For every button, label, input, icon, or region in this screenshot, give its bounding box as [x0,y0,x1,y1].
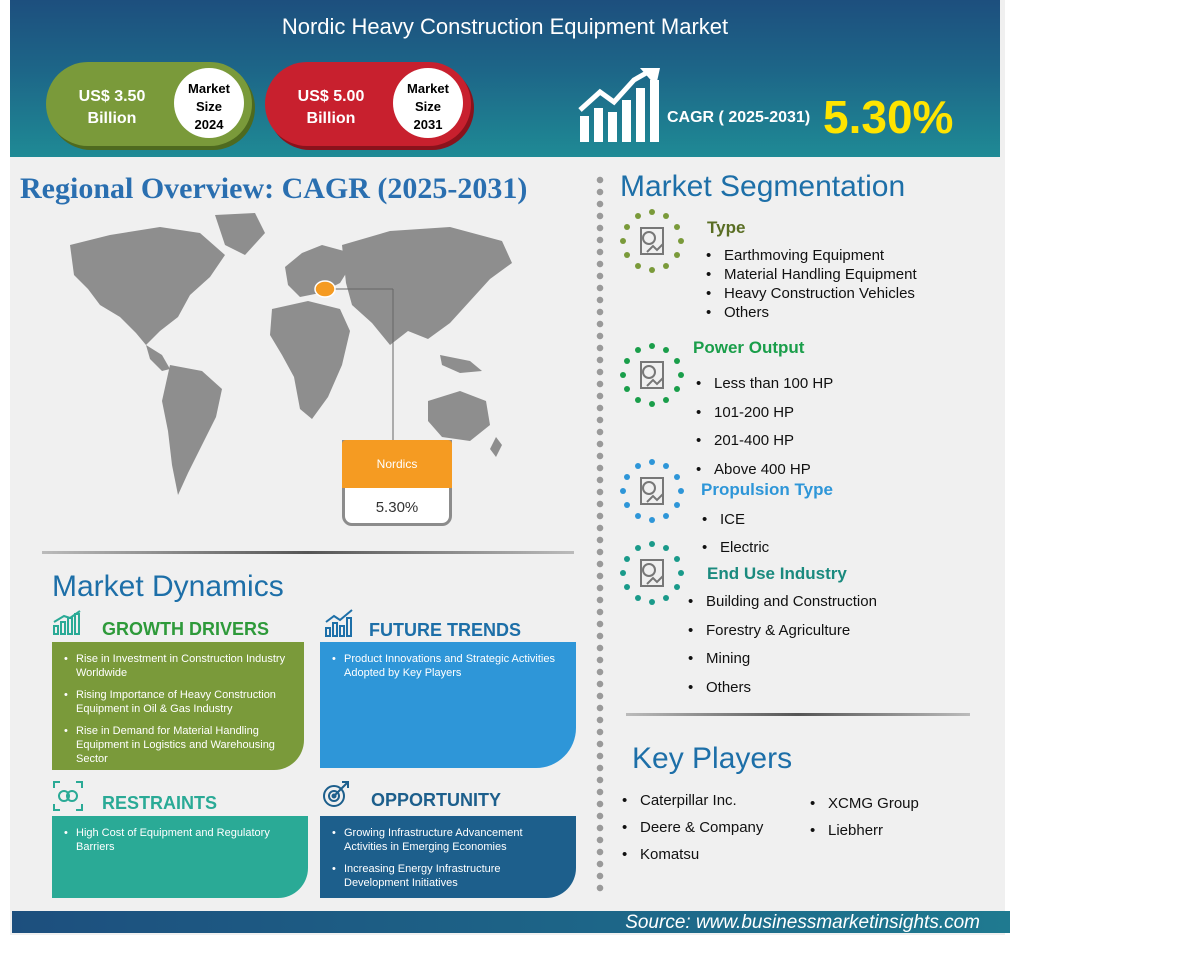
list-item: Mining [686,645,877,674]
list-item: Electric [700,534,769,562]
growth-drivers-icon [53,610,81,635]
opportunity-card: Growing Infrastructure Advancement Activ… [320,816,576,898]
future-trends-icon [325,609,353,637]
future-trends-heading: FUTURE TRENDS [369,620,521,640]
market-size-2024-pill: US$ 3.50 Billion Market Size 2024 [46,62,252,146]
restraints-heading: RESTRAINTS [102,793,218,813]
badge-label-year: 2031 [413,117,443,132]
list-item: ICE [700,506,769,534]
list-item: 201-400 HP [694,427,833,456]
header-banner: Nordic Heavy Construction Equipment Mark… [10,0,1000,157]
list-item: Product Innovations and Strategic Activi… [330,652,562,680]
list-item: Increasing Energy Infrastructure Develop… [330,862,562,890]
section-divider [626,713,970,716]
propulsion-list: ICE Electric [700,506,769,562]
propulsion-segment-icon [620,459,684,523]
restraints-icon [53,781,83,811]
list-item: Forestry & Agriculture [686,617,877,646]
opportunity-heading: OPPORTUNITY [371,790,502,810]
cagr-value: 5.30% [823,91,954,143]
growth-drivers-card: Rise in Investment in Construction Indus… [52,642,304,770]
future-trends-card: Product Innovations and Strategic Activi… [320,642,576,768]
section-divider [42,551,574,554]
vertical-dotted-separator [596,174,604,894]
power-output-segment-icon [620,343,684,407]
restraints-card: High Cost of Equipment and Regulatory Ba… [52,816,308,898]
nordics-callout-value: 5.30% [375,499,419,516]
nordics-callout: Nordics 5.30% [342,440,452,526]
list-item: Heavy Construction Vehicles [704,284,917,303]
type-segment-icon [620,209,684,273]
growth-chart-icon [578,68,660,142]
list-item: Komatsu [620,846,763,873]
badge-label-line1: Market [188,81,230,96]
badge-label-line2: Size [195,99,222,114]
market-size-2031-amount: US$ 5.00 [297,88,365,105]
market-dynamics-title: Market Dynamics [52,570,284,603]
list-item: Others [686,674,877,703]
list-item: Liebherr [808,822,919,849]
list-item: Others [704,303,917,322]
list-item: Rise in Investment in Construction Indus… [62,652,290,680]
list-item: High Cost of Equipment and Regulatory Ba… [62,826,294,854]
list-item: Deere & Company [620,819,763,846]
nordics-callout-label: Nordics [342,440,452,488]
type-heading: Type [707,218,746,237]
market-size-2024-unit: Billion [87,110,137,127]
list-item: Material Handling Equipment [704,265,917,284]
end-use-heading: End Use Industry [707,564,847,583]
market-size-2024-amount: US$ 3.50 [78,88,146,105]
key-players-list-col1: Caterpillar Inc. Deere & Company Komatsu [620,792,763,873]
power-output-list: Less than 100 HP 101-200 HP 201-400 HP A… [694,370,833,485]
market-size-2024-badge: Market Size 2024 [174,68,244,138]
list-item: Growing Infrastructure Advancement Activ… [330,826,562,854]
list-item: XCMG Group [808,795,919,822]
list-item: Building and Construction [686,588,877,617]
opportunity-icon [323,781,349,807]
market-size-2031-badge: Market Size 2031 [393,68,463,138]
page-title: Nordic Heavy Construction Equipment Mark… [281,14,729,39]
key-players-title: Key Players [632,742,793,775]
list-item: Rising Importance of Heavy Construction … [62,688,290,716]
regional-overview-title: Regional Overview: CAGR (2025-2031) [20,172,528,205]
nordics-marker [314,280,336,298]
badge-label-line1: Market [407,81,449,96]
market-size-2031-unit: Billion [306,110,356,127]
cagr-label: CAGR ( 2025-2031) [667,109,811,126]
badge-label-line2: Size [414,99,441,114]
list-item: Rise in Demand for Material Handling Equ… [62,724,290,766]
key-players-list-col2: XCMG Group Liebherr [808,795,919,849]
list-item: 101-200 HP [694,399,833,428]
propulsion-heading: Propulsion Type [701,480,833,499]
market-segmentation-title: Market Segmentation [620,170,906,203]
market-size-2031-pill: US$ 5.00 Billion Market Size 2031 [265,62,471,146]
end-use-list: Building and Construction Forestry & Agr… [686,588,877,703]
power-output-heading: Power Output [693,338,805,357]
market-size-2031-value: US$ 5.00 Billion [279,86,383,130]
list-item: Less than 100 HP [694,370,833,399]
growth-drivers-heading: GROWTH DRIVERS [102,619,270,639]
footer-bar: Source: www.businessmarketinsights.com [12,911,1010,933]
end-use-segment-icon [620,541,684,605]
badge-label-year: 2024 [194,117,224,132]
list-item: Earthmoving Equipment [704,246,917,265]
list-item: Caterpillar Inc. [620,792,763,819]
market-size-2024-value: US$ 3.50 Billion [60,86,164,130]
source-text: Source: www.businessmarketinsights.com [625,912,980,933]
type-list: Earthmoving Equipment Material Handling … [704,246,917,322]
